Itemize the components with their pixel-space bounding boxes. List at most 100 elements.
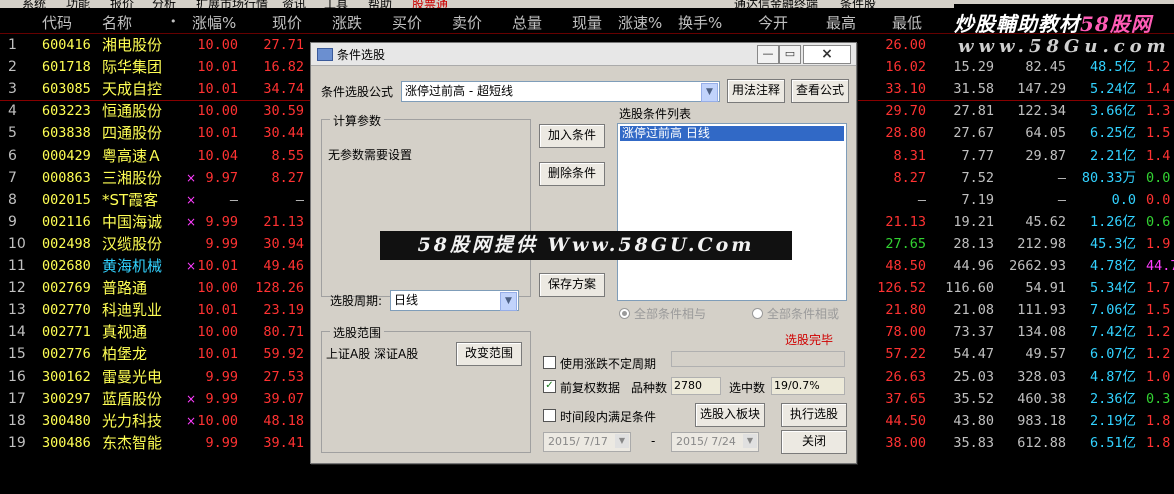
col-code[interactable]: 代码 xyxy=(42,12,72,32)
col-extra-4: 1.4 xyxy=(1146,147,1171,164)
time-range-label[interactable]: 时间段内满足条件 xyxy=(560,408,656,425)
period-select[interactable]: 日线 ▼ xyxy=(390,290,519,311)
col-price[interactable]: 现价 xyxy=(272,12,302,32)
col-extra-3: 7.06亿 xyxy=(1089,302,1136,319)
col-extra-2: — xyxy=(1057,169,1066,186)
adjust-label[interactable]: 前复权数据 xyxy=(560,379,620,396)
menu-analysis[interactable]: 分析 xyxy=(152,0,176,8)
col-low[interactable]: 最低 xyxy=(892,12,922,32)
current-price: 34.74 xyxy=(263,81,304,98)
col-change-pct[interactable]: 涨幅% xyxy=(192,12,236,32)
change-range-button[interactable]: 改变范围 xyxy=(456,342,522,366)
low-price: 57.22 xyxy=(885,346,926,363)
col-extra-2: 82.45 xyxy=(1025,59,1066,76)
change-pct: 10.01 xyxy=(197,302,238,319)
chevron-down-icon[interactable]: ▼ xyxy=(615,434,629,448)
dialog-titlebar[interactable]: 条件选股 — ▭ × xyxy=(311,43,856,66)
chevron-down-icon[interactable]: ▼ xyxy=(500,292,517,311)
low-price: 26.00 xyxy=(885,37,926,53)
close-icon[interactable]: × xyxy=(803,45,851,64)
delete-condition-button[interactable]: 删除条件 xyxy=(539,162,605,186)
change-pct: 9.99 xyxy=(205,390,238,407)
col-speed[interactable]: 涨速% xyxy=(618,12,662,32)
col-extra-1: 7.52 xyxy=(961,169,994,186)
col-extra-1: 28.13 xyxy=(953,235,994,252)
radio-and[interactable] xyxy=(619,308,630,319)
current-price: — xyxy=(295,191,304,208)
col-extra-3: 6.25亿 xyxy=(1089,125,1136,142)
col-bid[interactable]: 买价 xyxy=(392,12,422,32)
use-period-label[interactable]: 使用涨跌不定周期 xyxy=(560,355,656,372)
col-extra-4: 1.0 xyxy=(1146,368,1171,385)
time-range-checkbox[interactable] xyxy=(543,409,556,422)
col-volume[interactable]: 总量 xyxy=(512,12,542,32)
col-name[interactable]: 名称 xyxy=(102,12,132,32)
menu-ext-market[interactable]: 扩展市场行情 xyxy=(196,0,268,8)
chevron-down-icon[interactable]: ▼ xyxy=(701,83,718,102)
close-button[interactable]: 关闭 xyxy=(781,430,847,454)
col-extra-2 xyxy=(1006,34,1066,56)
menu-news[interactable]: 资讯 xyxy=(282,0,306,8)
formula-select[interactable]: 涨停过前高 - 超短线 ▼ xyxy=(401,81,720,102)
radio-or-label[interactable]: 全部条件相或 xyxy=(767,305,839,322)
stock-name: 蓝盾股份 xyxy=(102,389,163,408)
col-extra-3: 7.42亿 xyxy=(1089,324,1136,341)
date-to[interactable]: 2015/ 7/24 ▼ xyxy=(671,432,759,452)
date-from[interactable]: 2015/ 7/17 ▼ xyxy=(543,432,631,452)
condition-list[interactable]: 涨停过前高 日线 xyxy=(617,123,847,301)
col-mark[interactable]: • xyxy=(170,15,177,35)
maximize-icon[interactable]: ▭ xyxy=(779,45,801,64)
col-high[interactable]: 最高 xyxy=(826,12,856,32)
low-price: 26.63 xyxy=(885,368,926,385)
col-extra-4: 1.8 xyxy=(1146,412,1171,429)
col-extra-4: 44.7 xyxy=(1146,258,1174,274)
col-extra-2: 2662.93 xyxy=(1009,258,1066,274)
stock-name: 天成自控 xyxy=(102,80,163,99)
col-cur-volume[interactable]: 现量 xyxy=(572,12,602,32)
minimize-icon[interactable]: — xyxy=(757,45,779,64)
col-extra-4: 1.2 xyxy=(1146,59,1171,76)
run-filter-button[interactable]: 执行选股 xyxy=(781,403,847,427)
change-pct: 10.01 xyxy=(197,258,238,274)
col-turnover[interactable]: 换手% xyxy=(678,12,722,32)
formula-value: 涨停过前高 - 超短线 xyxy=(405,84,513,98)
menu-function[interactable]: 功能 xyxy=(66,0,90,8)
col-extra-2: 983.18 xyxy=(1017,412,1066,429)
use-period-checkbox[interactable] xyxy=(543,356,556,369)
col-change[interactable]: 涨跌 xyxy=(332,12,362,32)
change-pct: 10.01 xyxy=(197,125,238,142)
save-plan-button[interactable]: 保存方案 xyxy=(539,273,605,297)
radio-or[interactable] xyxy=(752,308,763,319)
add-condition-button[interactable]: 加入条件 xyxy=(539,124,605,148)
row-index: 9 xyxy=(8,213,17,230)
col-ask[interactable]: 卖价 xyxy=(452,12,482,32)
col-extra-1: 54.47 xyxy=(953,346,994,363)
menu-help[interactable]: 帮助 xyxy=(368,0,392,8)
low-price: 21.80 xyxy=(885,302,926,319)
menu-quote[interactable]: 报价 xyxy=(110,0,134,8)
low-price: 8.31 xyxy=(893,147,926,164)
menu-tools[interactable]: 工具 xyxy=(324,0,348,8)
current-price: 30.44 xyxy=(263,125,304,142)
hit-value: 19/0.7% xyxy=(771,377,845,395)
col-open[interactable]: 今开 xyxy=(758,12,788,32)
col-extra-3: 80.33万 xyxy=(1081,169,1136,186)
to-block-button[interactable]: 选股入板块 xyxy=(695,403,765,427)
low-price: 8.27 xyxy=(893,169,926,186)
list-item[interactable]: 涨停过前高 日线 xyxy=(620,126,844,141)
view-formula-button[interactable]: 查看公式 xyxy=(791,79,849,103)
menu-system[interactable]: 系统 xyxy=(22,0,46,8)
change-pct: 9.99 xyxy=(205,434,238,451)
stock-name: 汉缆股份 xyxy=(102,234,163,253)
row-index: 16 xyxy=(8,368,26,385)
condition-list-title: 选股条件列表 xyxy=(619,107,692,121)
low-price: 44.50 xyxy=(885,412,926,429)
chevron-down-icon[interactable]: ▼ xyxy=(743,434,757,448)
col-extra-1: 35.83 xyxy=(953,434,994,451)
menu-stock-link[interactable]: 股票通 xyxy=(412,0,448,8)
change-pct: 10.00 xyxy=(197,37,238,53)
radio-and-label[interactable]: 全部条件相与 xyxy=(634,305,706,322)
adjust-checkbox[interactable]: ✓ xyxy=(543,380,556,393)
col-extra-1: 19.21 xyxy=(953,213,994,230)
usage-notes-button[interactable]: 用法注释 xyxy=(727,79,785,103)
